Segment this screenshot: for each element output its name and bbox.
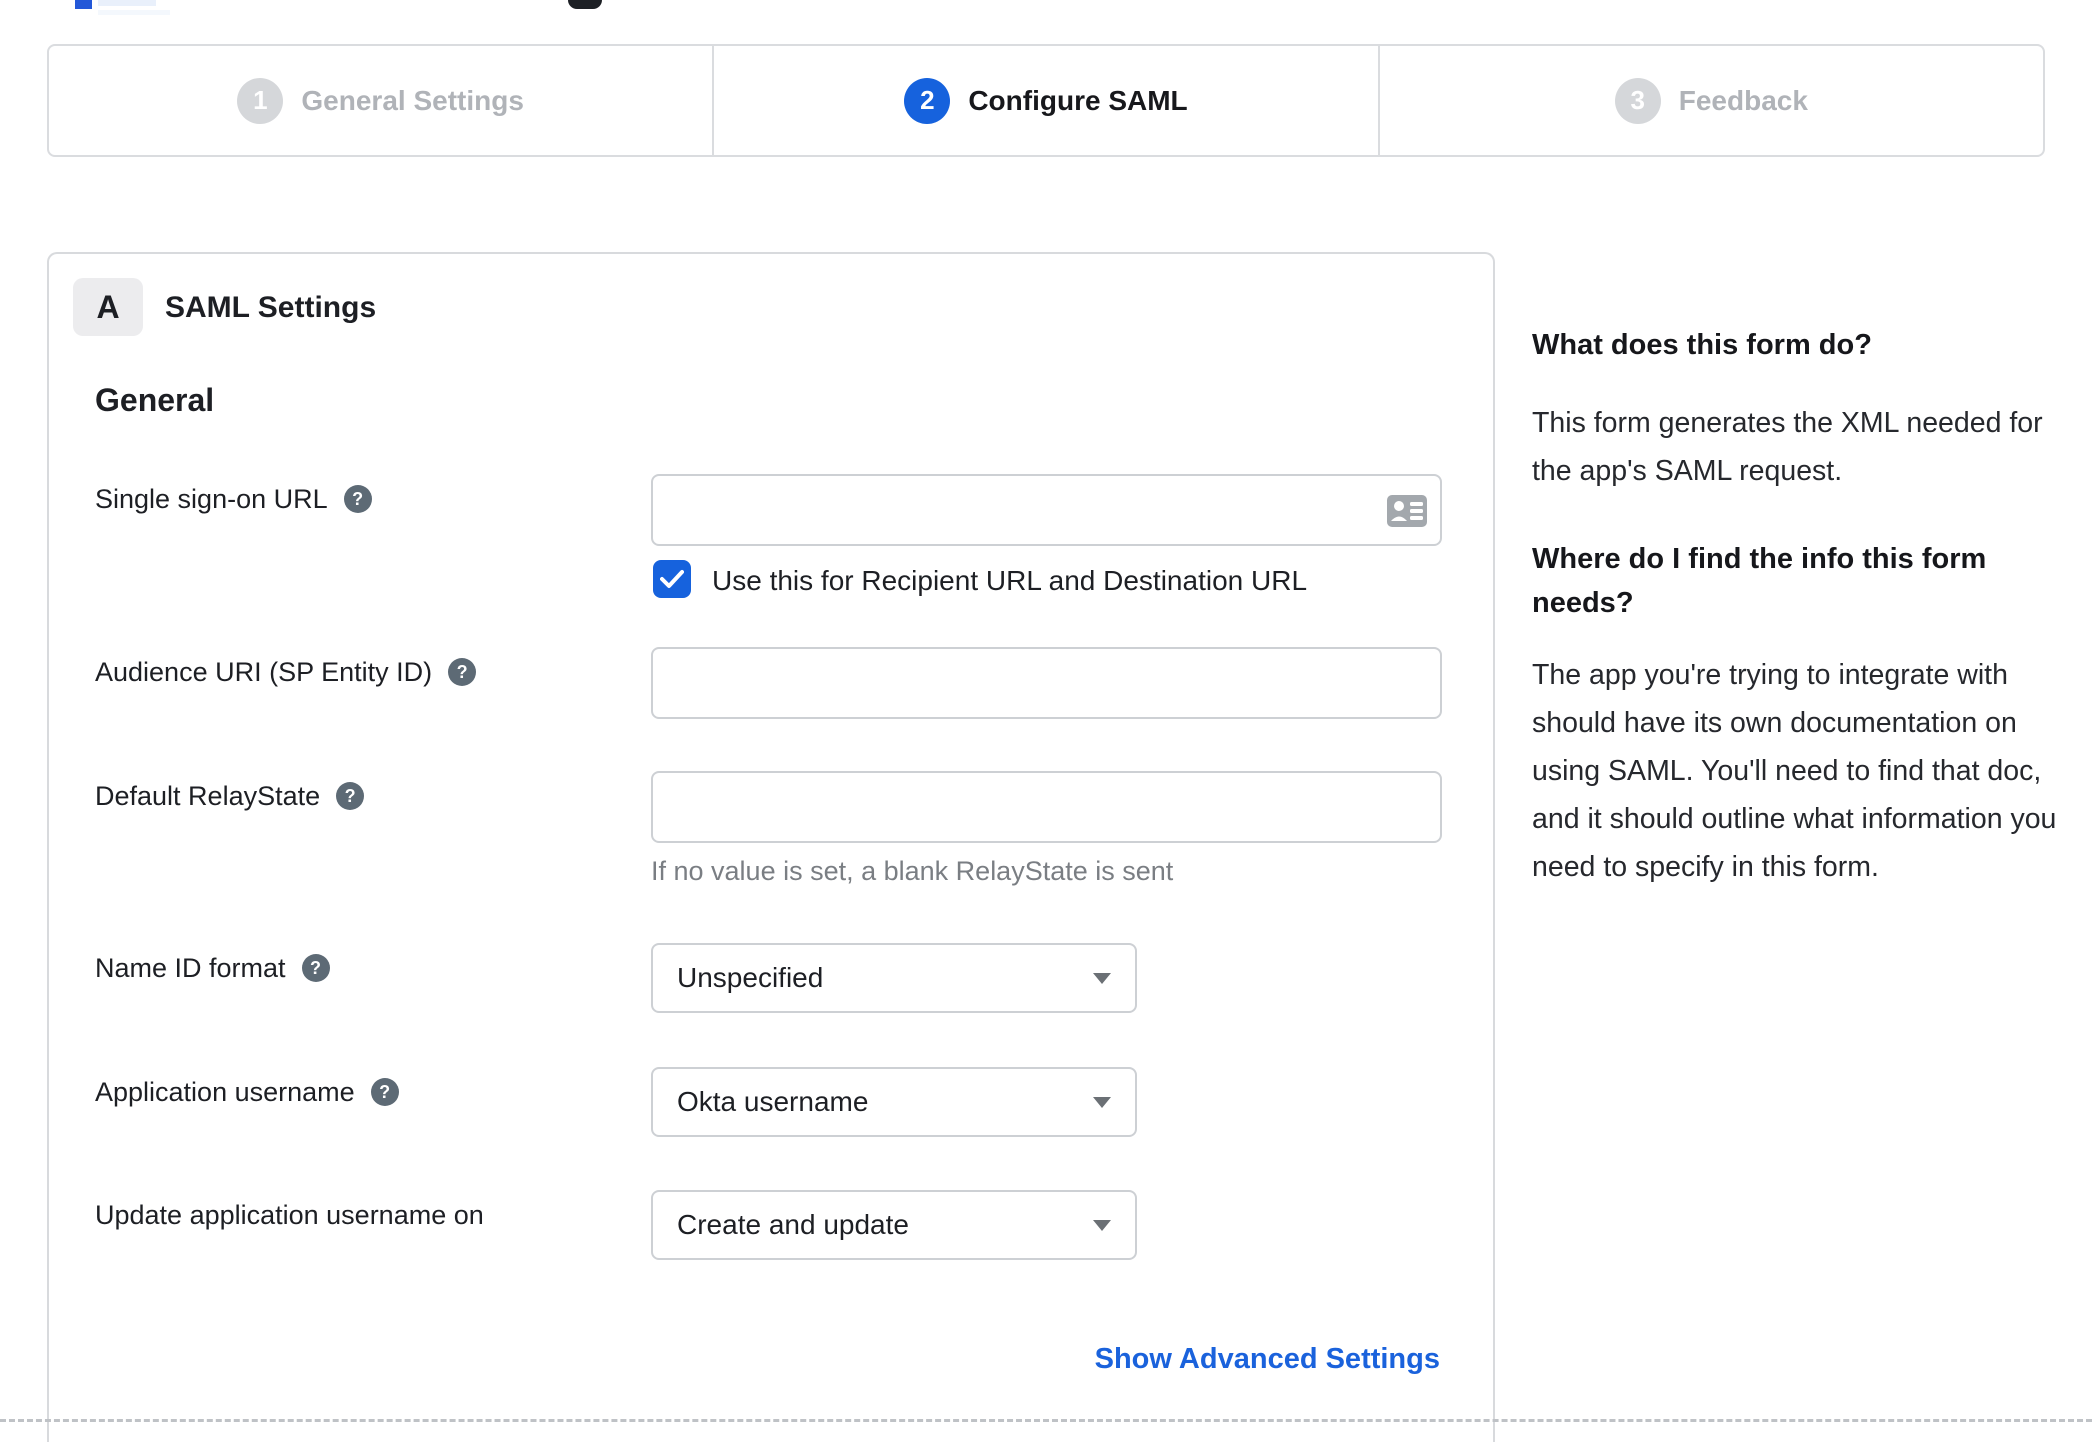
chevron-down-icon	[1093, 1220, 1111, 1231]
step-number-badge: 2	[904, 77, 951, 124]
help-icon[interactable]: ?	[336, 782, 365, 810]
recipient-url-checkbox[interactable]	[653, 560, 691, 598]
help-icon[interactable]: ?	[343, 485, 372, 513]
help-heading-where: Where do I find the info this form needs…	[1532, 543, 1987, 619]
panel-title: SAML Settings	[165, 291, 377, 324]
step-configure-saml[interactable]: 2 Configure SAML	[712, 46, 1377, 155]
help-sidebar: What does this form do? This form genera…	[1532, 323, 2080, 891]
step-feedback[interactable]: 3 Feedback	[1377, 46, 2043, 155]
update-application-username-select[interactable]: Create and update	[651, 1190, 1137, 1260]
default-relaystate-input[interactable]	[651, 771, 1442, 843]
single-sign-on-url-input[interactable]	[651, 474, 1442, 546]
section-a-badge: A	[73, 278, 143, 336]
application-username-label: Application username ?	[95, 1075, 399, 1109]
cutoff-header-fragment-blue	[75, 0, 92, 9]
audience-uri-input[interactable]	[651, 647, 1442, 719]
default-relaystate-label: Default RelayState ?	[95, 779, 365, 813]
help-paragraph-what: This form generates the XML needed for t…	[1532, 407, 2043, 487]
label-text: Application username	[95, 1076, 355, 1107]
wizard-stepper: 1 General Settings 2 Configure SAML 3 Fe…	[47, 44, 2045, 157]
label-text: Audience URI (SP Entity ID)	[95, 656, 433, 687]
help-icon[interactable]: ?	[370, 1078, 399, 1106]
recipient-url-checkbox-label[interactable]: Use this for Recipient URL and Destinati…	[712, 565, 1307, 597]
cutoff-header-fragment-light-2	[98, 10, 170, 15]
label-text: Default RelayState	[95, 780, 321, 811]
select-value: Unspecified	[677, 962, 824, 993]
help-icon[interactable]: ?	[301, 954, 330, 982]
application-username-select[interactable]: Okta username	[651, 1067, 1137, 1137]
name-id-format-select[interactable]: Unspecified	[651, 943, 1137, 1013]
saml-settings-panel: A SAML Settings General Single sign-on U…	[47, 252, 1495, 1442]
step-label: Configure SAML	[968, 84, 1188, 116]
select-value: Create and update	[677, 1209, 909, 1240]
single-sign-on-url-label: Single sign-on URL ?	[95, 482, 372, 516]
label-text: Single sign-on URL	[95, 483, 328, 514]
label-text: Name ID format	[95, 952, 286, 983]
chevron-down-icon	[1093, 973, 1111, 984]
chevron-down-icon	[1093, 1097, 1111, 1108]
bottom-dashed-line	[0, 1419, 2092, 1422]
select-value: Okta username	[677, 1086, 869, 1117]
step-number-badge: 1	[237, 77, 284, 124]
step-label: Feedback	[1678, 84, 1808, 116]
cutoff-header-icon-fragment	[568, 0, 602, 9]
name-id-format-label: Name ID format ?	[95, 951, 330, 985]
general-section-heading: General	[95, 382, 215, 418]
audience-uri-label: Audience URI (SP Entity ID) ?	[95, 655, 477, 689]
cutoff-header-fragment-light	[98, 0, 156, 6]
update-application-username-label: Update application username on	[95, 1198, 484, 1232]
step-general-settings[interactable]: 1 General Settings	[49, 46, 712, 155]
checkmark-icon	[660, 570, 684, 588]
step-label: General Settings	[301, 84, 524, 116]
show-advanced-settings-link[interactable]: Show Advanced Settings	[1095, 1343, 1440, 1376]
contact-card-icon	[1387, 495, 1427, 527]
help-icon[interactable]: ?	[448, 658, 477, 686]
label-text: Update application username on	[95, 1199, 484, 1230]
step-number-badge: 3	[1614, 77, 1661, 124]
help-heading-what: What does this form do?	[1532, 329, 1872, 361]
relaystate-helper-text: If no value is set, a blank RelayState i…	[651, 856, 1174, 886]
help-paragraph-where: The app you're trying to integrate with …	[1532, 659, 2057, 883]
